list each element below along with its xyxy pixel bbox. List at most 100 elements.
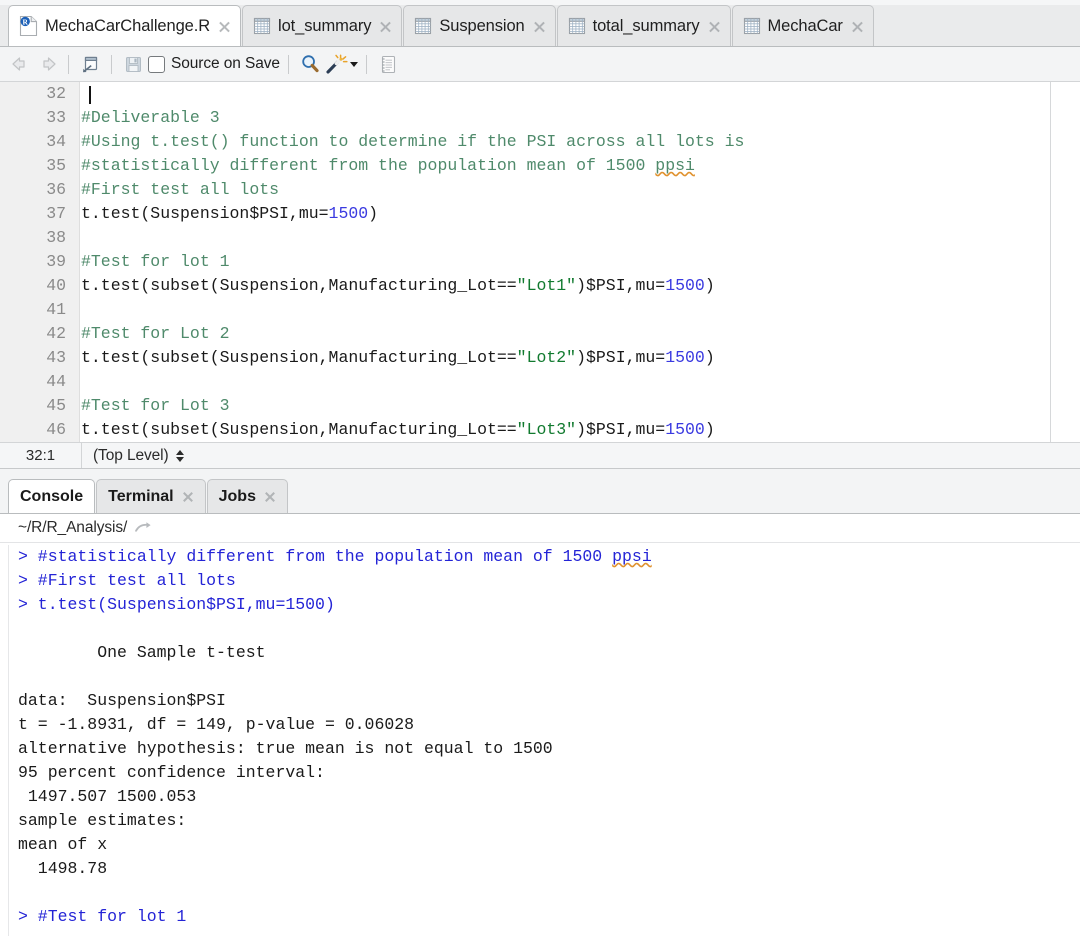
code-token-str: "Lot1" <box>516 276 577 295</box>
console-text: > #Test for lot 1 <box>18 907 187 926</box>
chevron-down-icon[interactable] <box>349 61 358 67</box>
go-to-directory-icon[interactable] <box>134 521 154 535</box>
code-line[interactable] <box>81 298 1050 322</box>
code-token-pln: ) <box>704 276 715 295</box>
console-output-line: 95 percent confidence interval: <box>18 761 1080 785</box>
source-on-save-label: Source on Save <box>171 55 280 72</box>
console-tab-jobs[interactable]: Jobs <box>206 479 288 514</box>
editor-tab-label: MechaCar <box>767 16 843 35</box>
code-line[interactable]: t.test(subset(Suspension,Manufacturing_L… <box>81 274 1050 298</box>
console-output[interactable]: > #statistically different from the popu… <box>0 545 1080 936</box>
console-body[interactable]: ~/R/R_Analysis/ > #statistically differe… <box>0 513 1080 936</box>
line-number: 42 <box>46 324 66 343</box>
data-frame-icon <box>743 17 760 35</box>
close-icon[interactable] <box>533 20 546 33</box>
search-icon[interactable] <box>297 52 323 77</box>
code-line[interactable]: t.test(subset(Suspension,Manufacturing_L… <box>81 346 1050 370</box>
working-directory-path[interactable]: ~/R/R_Analysis/ <box>18 519 127 537</box>
code-editor[interactable]: 32 33 34 35 36 37 38 39 40 41 42 43 44 45 46 #Delivera… <box>0 82 1080 442</box>
editor-tab-suspension[interactable]: Suspension <box>403 5 556 46</box>
console-tab-console[interactable]: Console <box>8 479 96 514</box>
console-input-line: > t.test(Suspension$PSI,mu=1500) <box>18 593 1080 617</box>
close-icon[interactable] <box>851 20 864 33</box>
code-scope-selector[interactable]: (Top Level) <box>82 447 184 465</box>
line-number: 37 <box>46 204 66 223</box>
code-token-cmt: #Test for lot 1 <box>81 252 230 271</box>
code-token-pln: t.test(subset(Suspension,Manufacturing_L… <box>81 276 517 295</box>
editor-tab-mechacarchallenge-r[interactable]: R MechaCarChallenge.R <box>8 5 242 46</box>
code-line[interactable]: t.test(Suspension$PSI,mu=1500) <box>81 202 1050 226</box>
editor-tab-total-summary[interactable]: total_summary <box>556 5 731 46</box>
line-number: 45 <box>46 396 66 415</box>
editor-tab-lot-summary[interactable]: lot_summary <box>242 5 403 46</box>
save-icon[interactable] <box>120 52 146 77</box>
line-number: 39 <box>46 252 66 271</box>
console-pane: Console Terminal Jobs ~/R/R_Analysis/ > #s… <box>0 470 1080 936</box>
editor-tab-mechacar[interactable]: MechaCar <box>731 5 874 46</box>
toolbar-separator <box>287 54 289 74</box>
console-text: > #First test all lots <box>18 571 236 590</box>
working-directory-bar: ~/R/R_Analysis/ <box>0 514 1080 543</box>
code-token-num: 1500 <box>665 420 705 439</box>
forward-arrow-icon[interactable] <box>34 52 60 77</box>
margin-column-line <box>1050 82 1051 442</box>
code-line[interactable] <box>81 82 1050 106</box>
console-output-line: One Sample t-test <box>18 641 1080 665</box>
console-text: > t.test(Suspension$PSI,mu=1500) <box>18 595 335 614</box>
console-text: data: Suspension$PSI <box>18 691 226 710</box>
code-token-pln: )$PSI,mu= <box>576 348 666 367</box>
data-frame-icon <box>568 17 585 35</box>
cursor-position-indicator[interactable]: 32:1 <box>0 443 82 468</box>
checkbox-box[interactable] <box>148 55 165 73</box>
magic-wand-icon[interactable] <box>323 52 349 77</box>
compile-report-icon[interactable] <box>375 52 401 77</box>
text-cursor <box>89 86 91 104</box>
line-number: 43 <box>46 348 66 367</box>
code-line[interactable]: #Test for lot 1 <box>81 250 1050 274</box>
code-line[interactable]: #Deliverable 3 <box>81 106 1050 130</box>
code-token-num: 1500 <box>328 204 369 223</box>
code-token-pln: t.test(subset(Suspension,Manufacturing_L… <box>81 420 517 439</box>
close-icon[interactable] <box>708 20 721 33</box>
code-line[interactable] <box>81 226 1050 250</box>
code-token-num: 1500 <box>665 348 705 367</box>
close-icon[interactable] <box>264 491 276 503</box>
console-text: alternative hypothesis: true mean is not… <box>18 739 553 758</box>
back-arrow-icon[interactable] <box>8 52 34 77</box>
console-input-line: > #First test all lots <box>18 569 1080 593</box>
close-icon[interactable] <box>218 20 231 33</box>
scope-label: (Top Level) <box>93 446 169 464</box>
code-token-cmt: #Deliverable 3 <box>81 108 220 127</box>
code-line[interactable]: #Using t.test() function to determine if… <box>81 130 1050 154</box>
console-output-line: 1498.78 <box>18 857 1080 881</box>
console-output-line: alternative hypothesis: true mean is not… <box>18 737 1080 761</box>
code-line[interactable]: #Test for Lot 3 <box>81 394 1050 418</box>
line-number: 46 <box>46 420 66 439</box>
line-number: 32 <box>46 84 66 103</box>
code-line[interactable]: #First test all lots <box>81 178 1050 202</box>
console-text: 1497.507 1500.053 <box>18 787 197 806</box>
code-token-cmt: #Test for Lot 3 <box>81 396 230 415</box>
toolbar-separator <box>365 54 367 74</box>
console-output-line: sample estimates: <box>18 809 1080 833</box>
code-token-str: "Lot2" <box>516 348 577 367</box>
editor-tab-label: Suspension <box>439 16 525 35</box>
code-token-str: "Lot3" <box>516 420 577 439</box>
code-line[interactable]: t.test(subset(Suspension,Manufacturing_L… <box>81 418 1050 442</box>
close-icon[interactable] <box>182 491 194 503</box>
console-tab-terminal[interactable]: Terminal <box>96 479 206 514</box>
console-text: 95 percent confidence interval: <box>18 763 325 782</box>
code-text-area[interactable]: #Deliverable 3 #Using t.test() function t… <box>81 82 1050 442</box>
console-tab-label: Jobs <box>218 488 256 505</box>
code-line[interactable]: #Test for Lot 2 <box>81 322 1050 346</box>
editor-tabs: R MechaCarChallenge.R lot_summary Suspensio… <box>8 4 875 46</box>
close-icon[interactable] <box>379 20 392 33</box>
code-line[interactable] <box>81 370 1050 394</box>
source-on-save-checkbox[interactable]: Source on Save <box>148 55 280 73</box>
code-line[interactable]: #statistically different from the popula… <box>81 154 1050 178</box>
line-number-gutter: 32 33 34 35 36 37 38 39 40 41 42 43 44 45 46 <box>0 82 80 442</box>
console-text: t = -1.8931, df = 149, p-value = 0.06028 <box>18 715 415 734</box>
console-tab-label: Console <box>20 488 84 505</box>
show-in-new-window-icon[interactable] <box>77 52 103 77</box>
